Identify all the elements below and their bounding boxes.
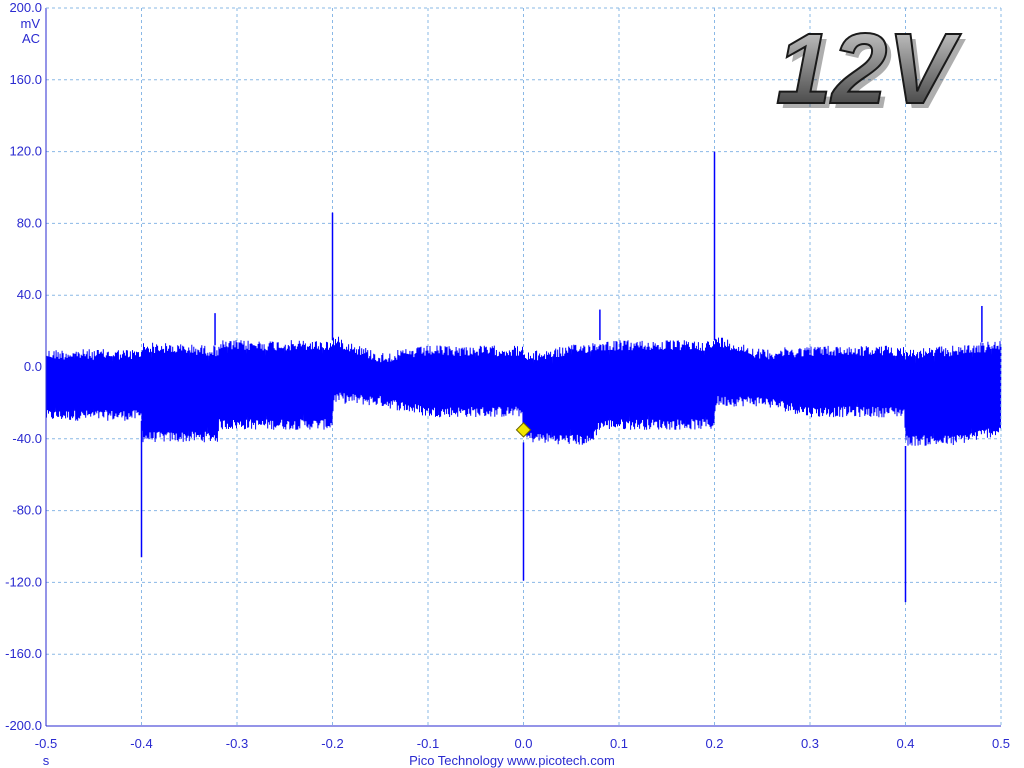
y-unit-label: mVAC — [21, 16, 41, 46]
x-tick-label: 0.0 — [514, 736, 532, 751]
y-tick-label: -120.0 — [5, 574, 42, 589]
voltage-badge: 12V — [776, 13, 961, 125]
x-tick-label: -0.4 — [130, 736, 152, 751]
y-tick-label: -80.0 — [12, 503, 42, 518]
y-tick-label: -200.0 — [5, 718, 42, 733]
x-tick-label: 0.4 — [896, 736, 914, 751]
y-tick-label: -40.0 — [12, 431, 42, 446]
oscilloscope-chart: 200.0 160.0 120.0 80.0 40.0 0.0 -40.0 -80.0 -120… — [5, 0, 1010, 768]
x-tick-label: -0.3 — [226, 736, 248, 751]
y-unit-line: AC — [22, 31, 40, 46]
y-tick-label: 80.0 — [17, 215, 42, 230]
x-tick-label: 0.5 — [992, 736, 1010, 751]
y-tick-label: -160.0 — [5, 646, 42, 661]
x-tick-label: -0.1 — [417, 736, 439, 751]
y-tick-label: 160.0 — [9, 72, 42, 87]
y-tick-label: 40.0 — [17, 287, 42, 302]
footer-credit: Pico Technology www.picotech.com — [409, 753, 615, 768]
x-tick-label: 0.1 — [610, 736, 628, 751]
y-tick-labels: 200.0 160.0 120.0 80.0 40.0 0.0 -40.0 -80.0 -120… — [5, 0, 42, 733]
x-tick-labels: -0.5 -0.4 -0.3 -0.2 -0.1 0.0 0.1 0.2 0.3 0.4 0.5 — [35, 736, 1010, 751]
y-tick-label: 200.0 — [9, 0, 42, 15]
x-tick-label: -0.2 — [321, 736, 343, 751]
y-tick-label: 120.0 — [9, 144, 42, 159]
y-unit-line: mV — [21, 16, 41, 31]
y-tick-label: 0.0 — [24, 359, 42, 374]
x-tick-label: 0.2 — [705, 736, 723, 751]
x-tick-label: 0.3 — [801, 736, 819, 751]
x-unit-label: s — [43, 753, 50, 768]
x-tick-label: -0.5 — [35, 736, 57, 751]
